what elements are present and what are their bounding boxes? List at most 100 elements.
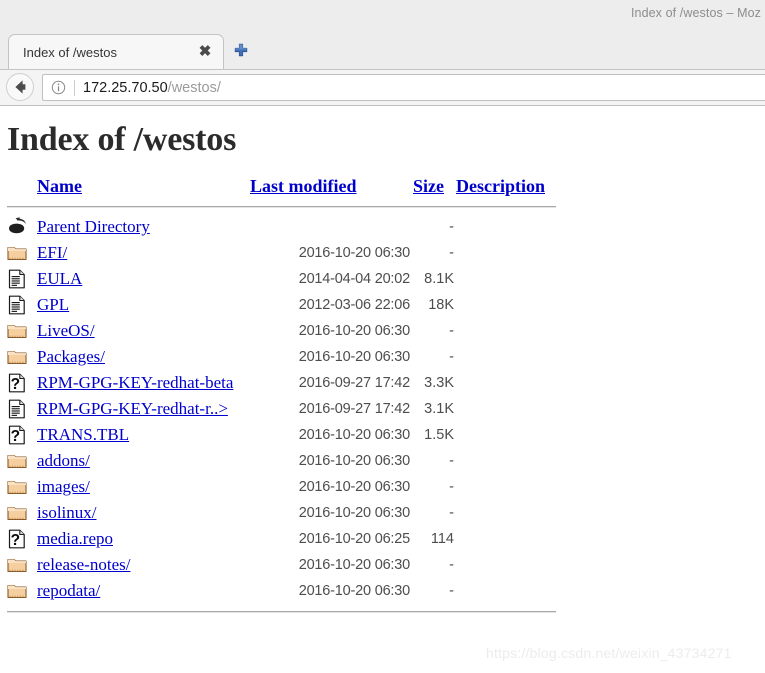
row-description-cell	[456, 318, 568, 344]
row-size-cell: -	[449, 323, 454, 339]
row-icon-cell	[0, 474, 37, 500]
row-size-cell: 114	[430, 531, 454, 547]
row-size-cell: -	[449, 245, 454, 261]
unknown-file-icon: ?	[7, 528, 27, 550]
table-row: ? media.repo 2016-10-20 06:25 114	[0, 526, 568, 552]
row-name-cell: addons/	[37, 448, 250, 474]
row-name-cell: isolinux/	[37, 500, 250, 526]
file-link[interactable]: EULA	[37, 269, 82, 288]
row-size-cell: -	[449, 583, 454, 599]
row-size-cell: 3.3K	[424, 375, 454, 391]
row-description-cell	[456, 214, 568, 240]
file-link[interactable]: release-notes/	[37, 555, 130, 574]
row-icon-cell	[0, 552, 37, 578]
unknown-file-icon: ?	[7, 424, 27, 446]
svg-text:?: ?	[11, 428, 20, 445]
folder-icon	[7, 320, 27, 342]
table-row: release-notes/2016-10-20 06:30 -	[0, 552, 568, 578]
row-last-modified-cell: 2016-10-20 06:30	[298, 557, 410, 573]
row-last-modified-cell: 2016-10-20 06:30	[298, 427, 410, 443]
window-title: Index of /westos – Moz	[630, 6, 761, 20]
file-link[interactable]: isolinux/	[37, 503, 97, 522]
file-link[interactable]: TRANS.TBL	[37, 425, 129, 444]
row-size-cell: -	[449, 557, 454, 573]
row-last-modified-cell: 2016-10-20 06:25	[298, 531, 410, 547]
file-link[interactable]: images/	[37, 477, 90, 496]
file-link[interactable]: RPM-GPG-KEY-redhat-beta	[37, 373, 233, 392]
row-size-cell: 3.1K	[424, 401, 454, 417]
table-row: GPL 2012-03-06 22:06 18K	[0, 292, 568, 318]
row-icon-cell	[0, 292, 37, 318]
file-link[interactable]: addons/	[37, 451, 90, 470]
table-row: ? RPM-GPG-KEY-redhat-beta 2016-09-27 17:42…	[0, 370, 568, 396]
sort-by-description-link[interactable]: Description	[456, 176, 545, 196]
table-row: ? TRANS.TBL 2016-10-20 06:30 1.5K	[0, 422, 568, 448]
column-header-size: Size	[413, 176, 456, 204]
row-description-cell	[456, 474, 568, 500]
footer-divider	[7, 611, 556, 613]
table-row: addons/2016-10-20 06:30 -	[0, 448, 568, 474]
file-link[interactable]: LiveOS/	[37, 321, 95, 340]
row-last-modified-cell: 2012-03-06 22:06	[298, 297, 410, 313]
file-link[interactable]: GPL	[37, 295, 69, 314]
file-link[interactable]: RPM-GPG-KEY-redhat-r..>	[37, 399, 228, 418]
url-host: 172.25.70.50	[83, 80, 168, 96]
column-header-last-modified: Last modified	[250, 176, 413, 204]
row-icon-cell	[0, 396, 37, 422]
table-row: EFI/2016-10-20 06:30 -	[0, 240, 568, 266]
row-last-modified-cell: 2016-10-20 06:30	[298, 479, 410, 495]
browser-chrome: Index of /westos – Moz Index of /westos …	[0, 0, 765, 106]
row-size-cell: 8.1K	[424, 271, 454, 287]
row-icon-cell	[0, 266, 37, 292]
sort-by-name-link[interactable]: Name	[37, 176, 82, 196]
row-description-cell	[456, 292, 568, 318]
row-description-cell	[456, 422, 568, 448]
table-row: images/2016-10-20 06:30 -	[0, 474, 568, 500]
row-size-cell: -	[449, 219, 454, 235]
row-description-cell	[456, 500, 568, 526]
url-bar[interactable]: 172.25.70.50/westos/	[42, 74, 765, 101]
row-description-cell	[456, 240, 568, 266]
footer-rule-cell	[0, 604, 568, 613]
row-last-modified-cell: 2014-04-04 20:02	[298, 271, 410, 287]
row-name-cell: EULA	[37, 266, 250, 292]
file-link[interactable]: EFI/	[37, 243, 67, 262]
row-name-cell: RPM-GPG-KEY-redhat-beta	[37, 370, 250, 396]
table-row: Parent Directory -	[0, 214, 568, 240]
table-row: Packages/2016-10-20 06:30 -	[0, 344, 568, 370]
row-description-cell	[456, 552, 568, 578]
close-icon[interactable]: ✖	[197, 43, 213, 61]
navigation-toolbar: 172.25.70.50/westos/	[0, 70, 765, 106]
row-icon-cell	[0, 344, 37, 370]
row-description-cell	[456, 344, 568, 370]
page-title: Index of /westos	[7, 121, 237, 158]
back-arrow-icon[interactable]	[6, 73, 34, 101]
row-last-modified-cell: 2016-10-20 06:30	[298, 583, 410, 599]
row-icon-cell	[0, 578, 37, 604]
row-name-cell: images/	[37, 474, 250, 500]
sort-by-size-link[interactable]: Size	[413, 176, 444, 196]
header-divider	[7, 206, 556, 208]
svg-text:?: ?	[11, 532, 20, 549]
column-header-description: Description	[456, 176, 568, 204]
row-description-cell	[456, 526, 568, 552]
row-icon-cell: ?	[0, 526, 37, 552]
plus-icon[interactable]	[232, 42, 250, 60]
urlbar-divider	[74, 80, 75, 96]
folder-icon	[7, 476, 27, 498]
file-link[interactable]: repodata/	[37, 581, 100, 600]
sort-by-last-modified-link[interactable]: Last modified	[250, 176, 357, 196]
row-size-cell: 18K	[428, 297, 454, 313]
file-link[interactable]: Parent Directory	[37, 217, 150, 236]
table-row: LiveOS/2016-10-20 06:30 -	[0, 318, 568, 344]
folder-icon	[7, 346, 27, 368]
header-rule-row	[0, 204, 568, 214]
info-icon[interactable]	[51, 80, 66, 95]
file-link[interactable]: media.repo	[37, 529, 113, 548]
file-link[interactable]: Packages/	[37, 347, 105, 366]
row-name-cell: GPL	[37, 292, 250, 318]
row-icon-cell: ?	[0, 370, 37, 396]
folder-icon	[7, 450, 27, 472]
url-input[interactable]: 172.25.70.50/westos/	[83, 79, 221, 98]
browser-tab-index-of-westos[interactable]: Index of /westos ✖	[8, 34, 224, 70]
